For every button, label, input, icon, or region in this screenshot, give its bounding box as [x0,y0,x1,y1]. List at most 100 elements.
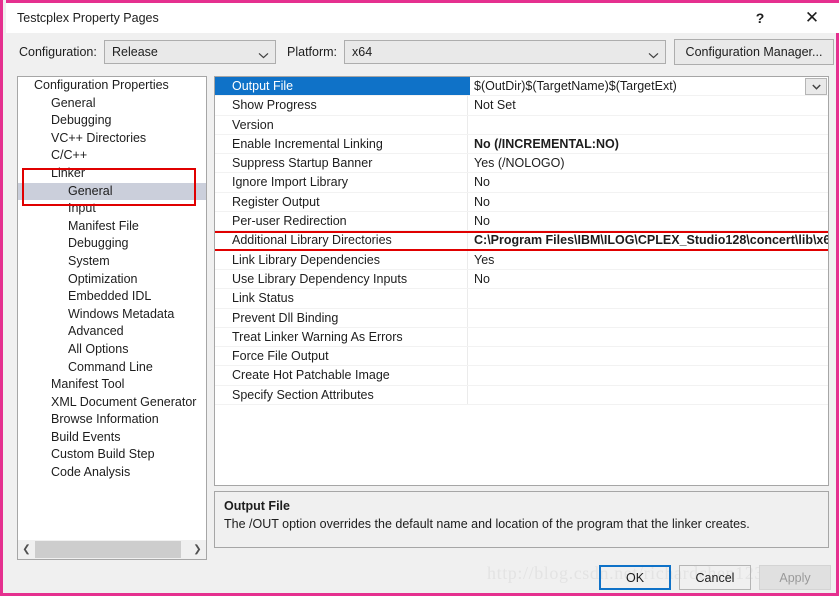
property-row[interactable]: Link Status [215,289,828,309]
tree-scroll-area: Configuration Properties General Debugging… [18,77,206,539]
property-row[interactable]: Force File Output [215,347,828,367]
property-value[interactable] [468,289,828,307]
chevron-down-icon [258,48,269,59]
property-value[interactable] [468,116,828,134]
property-row[interactable]: Prevent Dll Binding [215,308,828,328]
property-row[interactable]: Treat Linker Warning As Errors [215,327,828,348]
property-name: Ignore Import Library [215,173,468,192]
property-value[interactable]: $(OutDir)$(TargetName)$(TargetExt) [468,77,828,96]
property-name: Additional Library Directories [215,231,468,250]
property-name: Use Library Dependency Inputs [215,269,468,289]
tree-item[interactable]: C/C++ [18,147,206,165]
tree-item-label: Browse Information [51,412,159,427]
property-value[interactable] [468,386,828,404]
property-name: Register Output [215,192,468,212]
tree-item-label: VC++ Directories [51,130,147,145]
tree-item-label: Build Events [51,429,121,444]
property-value[interactable]: No [468,193,828,211]
tree-item[interactable]: All Options [18,341,206,359]
configuration-bar: Configuration: Release Platform: x64 Con… [6,33,839,73]
property-row[interactable]: Suppress Startup Banner Yes (/NOLOGO) [215,154,828,174]
tree-item-label: General [68,183,113,198]
tree-item[interactable]: Input [18,200,206,218]
property-row[interactable]: Output File $(OutDir)$(TargetName)$(Targe… [215,77,828,97]
property-name: Link Status [215,289,468,308]
property-value[interactable]: Yes (/NOLOGO) [468,154,828,172]
property-value[interactable] [468,309,828,327]
property-name: Suppress Startup Banner [215,154,468,173]
property-value[interactable]: No (/INCREMENTAL:NO) [468,135,828,153]
chevron-down-icon [648,48,659,59]
tree-item[interactable]: Manifest File [18,218,206,236]
property-name: Prevent Dll Binding [215,308,468,327]
property-row[interactable]: Register Output No [215,192,828,213]
property-name: Create Hot Patchable Image [215,366,468,385]
tree-item-label: Debugging [68,236,129,251]
help-icon[interactable]: ? [740,3,780,33]
configuration-select[interactable]: Release [104,40,276,64]
property-row[interactable]: Additional Library Directories C:\Program… [215,231,828,251]
property-row[interactable]: Per-user Redirection No [215,212,828,232]
property-name: Link Library Dependencies [215,250,468,269]
apply-button[interactable]: Apply [759,565,831,590]
property-row[interactable]: Link Library Dependencies Yes [215,250,828,270]
property-row[interactable]: Show Progress Not Set [215,96,828,116]
close-icon[interactable]: ✕ [792,3,832,33]
tree-item[interactable]: General [18,95,206,113]
tree-horizontal-scrollbar[interactable]: ❮ ❯ [18,539,206,559]
property-row[interactable]: Create Hot Patchable Image [215,366,828,386]
tree-item[interactable]: Optimization [18,271,206,289]
configuration-tree[interactable]: Configuration Properties General Debugging… [17,76,207,560]
property-value-dropdown-icon[interactable] [805,78,827,95]
scroll-left-icon[interactable]: ❮ [18,540,35,559]
tree-item-label: All Options [68,341,129,356]
tree-item[interactable]: Embedded IDL [18,288,206,306]
property-row[interactable]: Enable Incremental Linking No (/INCREMENT… [215,134,828,155]
tree-item[interactable]: VC++ Directories [18,130,206,148]
property-value[interactable]: No [468,173,828,191]
tree-item[interactable]: Code Analysis [18,464,206,482]
ok-button[interactable]: OK [599,565,671,590]
property-value[interactable]: Yes [468,251,828,269]
property-value[interactable]: No [468,270,828,288]
tree-item[interactable]: Windows Metadata [18,306,206,324]
tree-item[interactable]: System [18,253,206,271]
tree-item-label: C/C++ [51,148,88,163]
property-value[interactable]: Not Set [468,96,828,114]
property-name: Version [215,115,468,134]
tree-item[interactable]: Custom Build Step [18,446,206,464]
description-body: The /OUT option overrides the default na… [224,517,750,531]
tree-item[interactable]: Linker [18,165,206,183]
platform-select[interactable]: x64 [344,40,666,64]
tree-item-label: Debugging [51,113,112,128]
property-grid[interactable]: Output File $(OutDir)$(TargetName)$(Targe… [214,76,829,486]
tree-item[interactable]: Command Line [18,359,206,377]
tree-item-label: Configuration Properties [34,78,169,92]
property-row[interactable]: Specify Section Attributes [215,385,828,406]
tree-item[interactable]: Build Events [18,429,206,447]
tree-item[interactable]: XML Document Generator [18,394,206,412]
property-value[interactable]: C:\Program Files\IBM\ILOG\CPLEX_Studio12… [468,231,828,249]
cancel-button[interactable]: Cancel [679,565,751,590]
tree-item[interactable]: Debugging [18,235,206,253]
tree-item[interactable]: General [18,182,206,201]
scrollbar-thumb[interactable] [35,541,181,558]
property-row[interactable]: Ignore Import Library No [215,173,828,193]
tree-item[interactable]: Manifest Tool [18,376,206,394]
property-name: Specify Section Attributes [215,385,468,405]
tree-item[interactable]: Browse Information [18,411,206,429]
platform-select-value: x64 [352,45,373,59]
property-value[interactable] [468,347,828,365]
property-row[interactable]: Use Library Dependency Inputs No [215,269,828,290]
property-name: Force File Output [215,347,468,366]
tree-item[interactable]: Debugging [18,112,206,130]
property-value[interactable]: No [468,212,828,230]
scroll-right-icon[interactable]: ❯ [189,540,206,559]
property-value[interactable] [468,366,828,384]
property-value[interactable] [468,328,828,346]
property-row[interactable]: Version [215,115,828,135]
configuration-manager-button[interactable]: Configuration Manager... [674,39,834,65]
tree-item[interactable]: Advanced [18,323,206,341]
tree-item[interactable]: Configuration Properties [18,77,206,95]
property-name: Output File [215,77,468,96]
